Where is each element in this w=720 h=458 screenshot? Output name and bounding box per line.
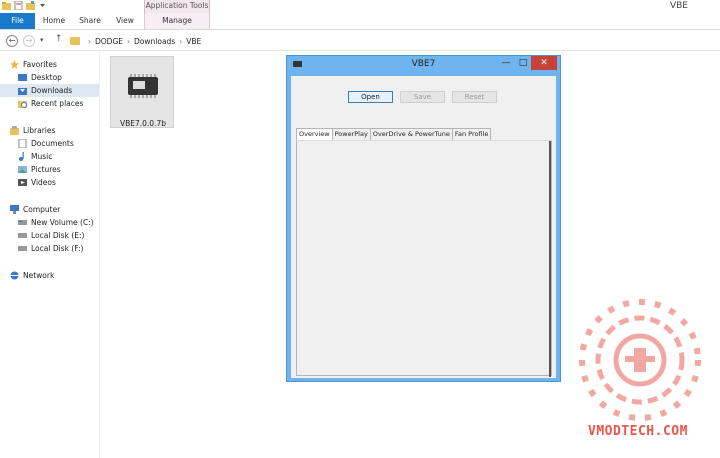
tab-fan-profile[interactable]: Fan Profile (451, 128, 492, 140)
chip-icon (128, 74, 158, 98)
nav-libraries[interactable]: Libraries (10, 124, 99, 137)
nav-drive-f[interactable]: Local Disk (F:) (0, 242, 99, 255)
save-button[interactable]: Save (400, 91, 445, 103)
address-bar[interactable]: › DODGE › Downloads › VBE (70, 34, 716, 48)
star-icon (10, 60, 19, 69)
minimize-button[interactable]: — (498, 56, 514, 70)
nav-documents[interactable]: Documents (0, 137, 99, 150)
nav-desktop-label: Desktop (31, 73, 62, 82)
dialog-client: Open Save Reset Overview PowerPlay OverD… (291, 76, 556, 378)
desktop-icon (18, 73, 27, 82)
tab-view[interactable]: View (112, 13, 138, 29)
panel-edge (549, 141, 551, 377)
documents-icon (18, 138, 27, 149)
nav-drive-e-label: Local Disk (E:) (31, 231, 85, 240)
tab-overdrive-powertune[interactable]: OverDrive & PowerTune (369, 128, 453, 140)
nav-favorites-label: Favorites (23, 60, 57, 69)
nav-drive-f-label: Local Disk (F:) (31, 244, 84, 253)
nav-computer[interactable]: Computer (10, 203, 99, 216)
back-icon[interactable]: ← (6, 35, 18, 47)
nav-downloads-label: Downloads (31, 86, 73, 95)
close-button[interactable]: ✕ (531, 56, 557, 70)
downloads-icon (18, 86, 27, 95)
file-item[interactable]: VBE7.0.0.7b (110, 56, 174, 128)
network-icon (10, 271, 19, 280)
up-icon[interactable]: ↑ (55, 34, 63, 44)
tab-share[interactable]: Share (76, 13, 104, 29)
nav-recent-places[interactable]: Recent places (0, 97, 99, 110)
recent-locations-icon[interactable]: ▾ (40, 36, 44, 44)
computer-icon (10, 205, 19, 214)
breadcrumb-vbe[interactable]: VBE (186, 37, 201, 46)
nav-music[interactable]: Music (0, 150, 99, 163)
music-icon (18, 152, 27, 161)
videos-icon (18, 178, 27, 187)
recent-places-icon (18, 99, 27, 108)
dialog-tabs: Overview PowerPlay OverDrive & PowerTune… (296, 128, 492, 141)
chevron-right-icon[interactable]: › (88, 37, 91, 46)
drive-icon (18, 231, 27, 240)
nav-videos[interactable]: Videos (0, 176, 99, 189)
tab-home[interactable]: Home (40, 13, 68, 29)
breadcrumb-downloads[interactable]: Downloads (134, 37, 175, 46)
nav-computer-label: Computer (23, 205, 61, 214)
nav-videos-label: Videos (31, 178, 56, 187)
watermark-logo (579, 299, 701, 421)
nav-drive-c-label: New Volume (C:) (31, 218, 94, 227)
folder-icon (70, 37, 80, 45)
forward-icon[interactable]: → (23, 35, 35, 47)
nav-network[interactable]: Network (10, 269, 99, 282)
chevron-right-icon[interactable]: › (127, 37, 130, 46)
reset-button[interactable]: Reset (452, 91, 497, 103)
maximize-button[interactable]: □ (515, 56, 531, 70)
address-row: ← → ▾ ↑ › DODGE › Downloads › VBE (0, 31, 720, 51)
tab-panel (296, 140, 552, 377)
navigation-pane: Favorites Desktop Downloads Recent place… (0, 52, 100, 458)
nav-recent-places-label: Recent places (31, 99, 84, 108)
nav-downloads[interactable]: Downloads (0, 84, 99, 97)
vbe7-window: VBE7 — □ ✕ Open Save Reset Overview Powe… (286, 55, 561, 382)
chevron-right-icon[interactable]: › (179, 37, 182, 46)
breadcrumb-dodge[interactable]: DODGE (95, 37, 123, 46)
nav-pictures[interactable]: Pictures (0, 163, 99, 176)
tab-file[interactable]: File (0, 13, 35, 29)
pictures-icon (18, 165, 27, 174)
nav-documents-label: Documents (31, 139, 74, 148)
nav-desktop[interactable]: Desktop (0, 71, 99, 84)
nav-drive-e[interactable]: Local Disk (E:) (0, 229, 99, 242)
drive-icon (18, 244, 27, 253)
nav-pictures-label: Pictures (31, 165, 61, 174)
libraries-icon (10, 126, 19, 135)
watermark-text: VMODTECH.COM (588, 424, 688, 439)
nav-music-label: Music (31, 152, 53, 161)
nav-drive-c[interactable]: New Volume (C:) (0, 216, 99, 229)
window-title: VBE (669, 1, 688, 11)
tab-manage[interactable]: Manage (144, 13, 210, 29)
file-name: VBE7.0.0.7b (119, 119, 166, 128)
title-bar: Application Tools VBE (0, 0, 720, 13)
drive-icon (18, 218, 27, 227)
nav-network-label: Network (23, 271, 55, 280)
open-button[interactable]: Open (348, 91, 393, 103)
nav-libraries-label: Libraries (23, 126, 56, 135)
nav-favorites[interactable]: Favorites (10, 58, 99, 71)
ribbon-tabs: File Home Share View Manage (0, 13, 720, 30)
tab-powerplay[interactable]: PowerPlay (331, 128, 371, 140)
